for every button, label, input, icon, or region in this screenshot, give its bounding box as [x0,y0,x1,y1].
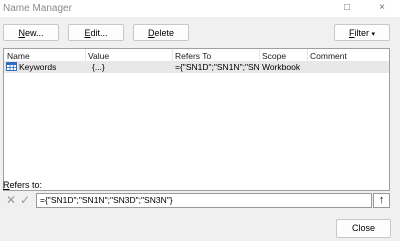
refers-to-input[interactable]: ={"SN1D";"SN1N";"SN3D";"SN3N"} [36,193,372,208]
delete-button[interactable]: Delete [133,24,189,41]
row-scope: Workbook [262,62,301,72]
confirm-icon[interactable]: ✓ [18,193,32,207]
column-header-comment[interactable]: Comment [310,51,347,61]
close-button[interactable]: Close [336,219,391,238]
edit-button-label: dit... [90,28,108,38]
close-icon[interactable]: × [367,1,397,15]
refers-to-label-text: efers to: [9,180,43,190]
edit-button[interactable]: Edit... [68,24,124,41]
window-title: Name Manager [3,3,72,14]
table-icon [6,62,17,71]
delete-button-label: elete [154,28,175,38]
column-header-refers-to[interactable]: Refers To [175,51,211,61]
cancel-icon[interactable]: ✕ [4,193,18,207]
row-value: {...} [92,62,105,72]
row-name: Keywords [19,62,57,72]
column-header-scope[interactable]: Scope [262,51,286,61]
table-row[interactable]: Keywords {...} ={"SN1D";"SN1N";"SN... Wo… [4,61,389,73]
names-list[interactable]: Name Value Refers To Scope Comment Keywo… [3,48,390,191]
title-bar: Name Manager □ × [0,0,400,17]
maximize-icon[interactable]: □ [332,1,362,15]
column-header-value[interactable]: Value [88,51,109,61]
filter-button-label: ilter [354,28,369,38]
column-header-name[interactable]: Name [7,51,30,61]
arrow-up-icon: ↑ [378,194,385,206]
filter-button[interactable]: Filter ▾ [334,24,390,41]
collapse-dialog-button[interactable]: ↑ [373,193,390,208]
refers-to-label: Refers to: [3,180,42,190]
new-button[interactable]: New... [3,24,59,41]
new-button-label: ew... [24,28,44,38]
chevron-down-icon: ▾ [371,31,376,38]
row-refers-to: ={"SN1D";"SN1N";"SN... [175,62,259,72]
